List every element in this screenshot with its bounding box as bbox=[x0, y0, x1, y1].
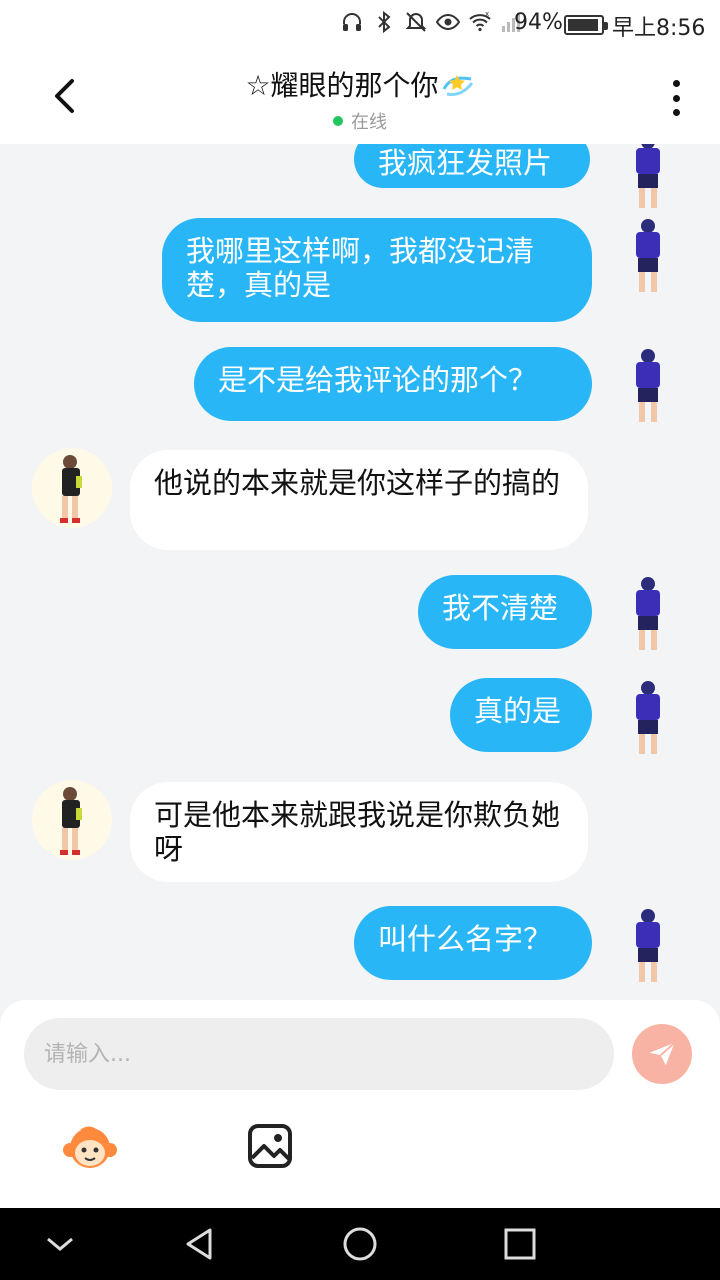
online-dot bbox=[333, 115, 343, 126]
my-avatar[interactable] bbox=[626, 906, 670, 986]
svg-text:x: x bbox=[485, 10, 489, 18]
paper-plane-icon bbox=[649, 1042, 676, 1066]
send-button[interactable] bbox=[632, 1024, 692, 1084]
headphones-icon bbox=[343, 13, 361, 31]
message-list[interactable]: 我疯狂发照片 我哪里这样啊，我都没记清楚，真的是 是不是给我评论的那个？ 他说的… bbox=[0, 144, 720, 1004]
recents-square-icon[interactable] bbox=[500, 1224, 540, 1264]
my-avatar[interactable] bbox=[626, 144, 670, 212]
chevron-down-icon[interactable] bbox=[40, 1224, 80, 1264]
back-triangle-icon[interactable] bbox=[180, 1224, 220, 1264]
message-text: 我疯狂发照片 bbox=[378, 146, 553, 180]
chevron-left-icon bbox=[55, 79, 74, 113]
outgoing-message[interactable]: 我不清楚 bbox=[418, 575, 592, 649]
status-bar: x 94% 早上8:56 bbox=[0, 0, 720, 50]
more-dot-icon bbox=[672, 94, 680, 102]
clock: 早上8:56 bbox=[612, 16, 706, 41]
message-text: 是不是给我评论的那个？ bbox=[218, 363, 538, 397]
chat-header: ☆耀眼的那个你 在线 bbox=[0, 50, 720, 144]
contact-name: ☆耀眼的那个你 bbox=[150, 64, 570, 106]
outgoing-message[interactable]: 我疯狂发照片 bbox=[354, 144, 590, 188]
message-text: 我不清楚 bbox=[442, 591, 559, 625]
sticker-button[interactable] bbox=[62, 1120, 118, 1176]
message-input-wrapper[interactable] bbox=[24, 1018, 614, 1090]
battery-icon bbox=[564, 15, 608, 35]
message-input[interactable] bbox=[44, 1041, 594, 1067]
message-text: 他说的本来就是你这样子的搞的 bbox=[154, 466, 561, 500]
online-status: 在线 bbox=[150, 108, 570, 134]
home-circle-icon[interactable] bbox=[340, 1224, 380, 1264]
contact-avatar[interactable] bbox=[32, 448, 112, 528]
contact-name-text: ☆耀眼的那个你 bbox=[245, 69, 439, 102]
outgoing-message[interactable]: 我哪里这样啊，我都没记清楚，真的是 bbox=[162, 218, 592, 322]
my-avatar[interactable] bbox=[626, 678, 670, 758]
my-avatar[interactable] bbox=[626, 216, 670, 296]
contact-info[interactable]: ☆耀眼的那个你 在线 bbox=[150, 64, 570, 134]
outgoing-message[interactable]: 真的是 bbox=[450, 678, 592, 752]
my-avatar[interactable] bbox=[626, 574, 670, 654]
message-text: 真的是 bbox=[474, 694, 562, 728]
monkey-face-icon bbox=[63, 1126, 117, 1168]
dizzy-star-emoji-icon bbox=[441, 69, 475, 106]
incoming-message[interactable]: 他说的本来就是你这样子的搞的 bbox=[130, 450, 588, 550]
message-text: 叫什么名字？ bbox=[378, 922, 553, 956]
image-icon bbox=[248, 1124, 292, 1168]
my-avatar[interactable] bbox=[626, 346, 670, 426]
contact-avatar[interactable] bbox=[32, 780, 112, 860]
message-text: 我哪里这样啊，我都没记清楚，真的是 bbox=[186, 234, 535, 302]
online-status-text: 在线 bbox=[351, 111, 387, 133]
message-text: 可是他本来就跟我说是你欺负她呀 bbox=[154, 798, 561, 866]
more-dot-icon bbox=[672, 109, 680, 116]
system-nav-bar bbox=[0, 1208, 720, 1280]
bluetooth-icon bbox=[378, 10, 391, 34]
incoming-message[interactable]: 可是他本来就跟我说是你欺负她呀 bbox=[130, 782, 588, 882]
message-composer bbox=[0, 1000, 720, 1208]
battery-percent: 94% bbox=[514, 10, 563, 35]
back-button[interactable] bbox=[44, 74, 84, 118]
more-dot-icon bbox=[672, 80, 680, 87]
eye-icon bbox=[436, 13, 460, 31]
outgoing-message[interactable]: 叫什么名字？ bbox=[354, 906, 592, 980]
wifi-icon: x bbox=[469, 10, 491, 32]
more-options-button[interactable] bbox=[660, 78, 692, 118]
mute-icon bbox=[405, 12, 427, 32]
image-button[interactable] bbox=[244, 1120, 300, 1176]
outgoing-message[interactable]: 是不是给我评论的那个？ bbox=[194, 347, 592, 421]
